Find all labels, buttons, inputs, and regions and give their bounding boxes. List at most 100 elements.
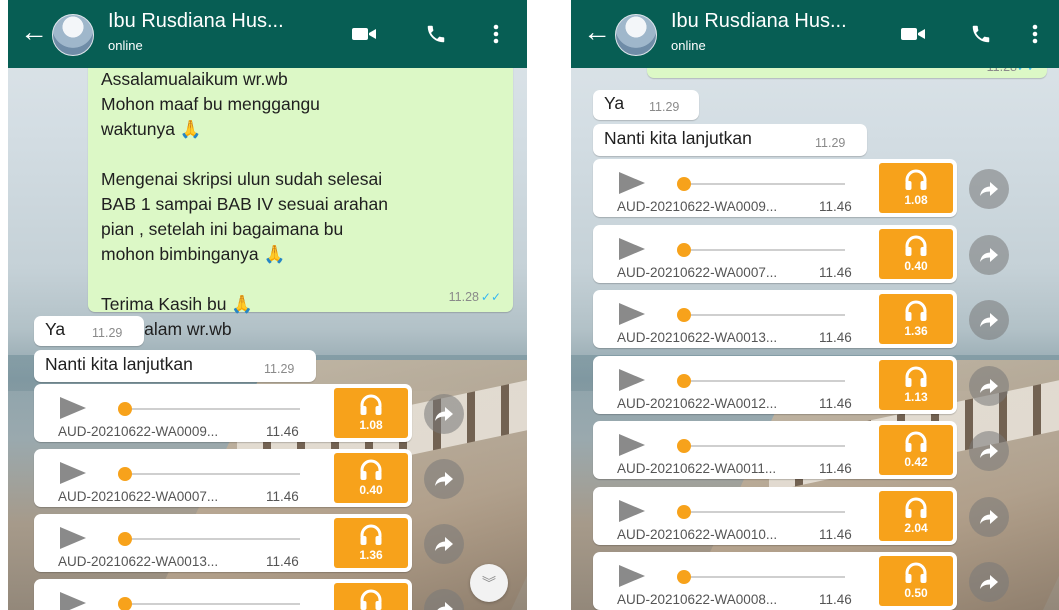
play-icon[interactable] xyxy=(60,592,86,610)
audio-seek-handle[interactable] xyxy=(118,532,132,546)
back-arrow-icon[interactable]: ← xyxy=(583,18,611,46)
audio-message[interactable]: AUD-20210622-WA0010... 11.46 2.04 xyxy=(593,486,957,545)
forward-icon[interactable] xyxy=(424,394,464,434)
play-icon[interactable] xyxy=(619,368,645,391)
avatar[interactable] xyxy=(615,14,657,56)
headphones-icon xyxy=(360,589,382,610)
audio-message[interactable] xyxy=(34,579,412,610)
audio-filename: AUD-20210622-WA0009... xyxy=(58,424,219,439)
audio-progress-track[interactable] xyxy=(681,248,845,251)
audio-duration: 1.08 xyxy=(904,193,928,207)
play-icon[interactable] xyxy=(619,565,645,587)
audio-filename: AUD-20210622-WA0007... xyxy=(58,489,219,504)
incoming-message[interactable]: Ya 11.29 xyxy=(593,90,699,120)
message-time: 11.28 xyxy=(448,290,479,304)
audio-seek-handle[interactable] xyxy=(677,439,691,453)
forward-icon[interactable] xyxy=(969,431,1009,471)
contact-name[interactable]: Ibu Rusdiana Hus... xyxy=(108,10,284,33)
play-icon[interactable] xyxy=(619,434,645,456)
outgoing-message[interactable]: Assalamualaikum wr.wb Mohon maaf bu meng… xyxy=(88,58,513,339)
audio-progress-track[interactable] xyxy=(681,576,845,578)
play-icon[interactable] xyxy=(60,397,86,419)
audio-message[interactable]: AUD-20210622-WA0007... 11.46 0.40 xyxy=(34,449,412,507)
audio-seek-handle[interactable] xyxy=(118,402,132,416)
audio-seek-handle[interactable] xyxy=(677,177,691,191)
audio-thumbnail: 0.42 xyxy=(879,425,953,475)
audio-progress-track[interactable] xyxy=(122,408,300,410)
contact-name[interactable]: Ibu Rusdiana Hus... xyxy=(671,10,847,33)
audio-progress-track[interactable] xyxy=(122,473,300,475)
message-time: 11.29 xyxy=(264,362,295,376)
incoming-message[interactable]: Ya 11.29 xyxy=(34,316,144,346)
forward-icon[interactable] xyxy=(969,365,1009,406)
audio-progress-track[interactable] xyxy=(681,510,845,513)
audio-thumbnail: 1.13 xyxy=(879,359,953,410)
forward-icon[interactable] xyxy=(969,496,1009,537)
forward-icon[interactable] xyxy=(424,524,464,564)
message-text: Ya xyxy=(604,93,625,113)
audio-seek-handle[interactable] xyxy=(677,308,691,322)
audio-progress-track[interactable] xyxy=(122,603,300,605)
audio-seek-handle[interactable] xyxy=(677,242,691,257)
audio-duration: 2.04 xyxy=(904,520,928,535)
contact-status: online xyxy=(671,38,706,53)
audio-progress-track[interactable] xyxy=(681,379,845,382)
play-icon[interactable] xyxy=(619,499,645,522)
headphones-icon xyxy=(360,459,382,480)
play-icon[interactable] xyxy=(619,303,645,325)
scroll-to-bottom-button[interactable]: ︾ xyxy=(470,564,508,602)
audio-filename: AUD-20210622-WA0013... xyxy=(617,330,778,345)
voice-call-icon[interactable] xyxy=(422,20,450,48)
message-text: Nanti kita lanjutkan xyxy=(604,128,752,148)
audio-message[interactable]: AUD-20210622-WA0013... 11.46 1.36 xyxy=(34,514,412,572)
chat-header: ← Ibu Rusdiana Hus... online xyxy=(571,0,1059,68)
audio-message[interactable]: AUD-20210622-WA0013... 11.46 1.36 xyxy=(593,290,957,348)
audio-progress-track[interactable] xyxy=(681,445,845,447)
audio-time: 11.46 xyxy=(819,199,852,214)
audio-thumbnail: 1.08 xyxy=(879,163,953,213)
avatar[interactable] xyxy=(52,14,94,56)
audio-thumbnail: 1.08 xyxy=(334,388,408,438)
headphones-icon xyxy=(905,169,927,190)
audio-message[interactable]: AUD-20210622-WA0009... 11.46 1.08 xyxy=(34,384,412,442)
forward-icon[interactable] xyxy=(969,234,1009,275)
audio-filename: AUD-20210622-WA0013... xyxy=(58,554,219,569)
audio-seek-handle[interactable] xyxy=(118,597,132,610)
back-arrow-icon[interactable]: ← xyxy=(20,18,48,46)
message-time: 11.29 xyxy=(815,136,846,150)
audio-progress-track[interactable] xyxy=(681,183,845,185)
play-icon[interactable] xyxy=(60,527,86,549)
play-icon[interactable] xyxy=(619,237,645,260)
audio-seek-handle[interactable] xyxy=(677,570,691,584)
audio-thumbnail: 1.36 xyxy=(334,518,408,568)
audio-message[interactable]: AUD-20210622-WA0008... 11.46 0.50 xyxy=(593,552,957,610)
double-chevron-down-icon: ︾ xyxy=(482,575,496,591)
audio-filename: AUD-20210622-WA0011... xyxy=(617,461,777,476)
audio-duration: 0.50 xyxy=(904,586,928,600)
audio-seek-handle[interactable] xyxy=(677,504,691,519)
forward-icon[interactable] xyxy=(424,459,464,499)
play-icon[interactable] xyxy=(619,172,645,194)
audio-progress-track[interactable] xyxy=(122,538,300,540)
audio-time: 11.46 xyxy=(819,264,852,280)
audio-seek-handle[interactable] xyxy=(677,373,691,388)
audio-message[interactable]: AUD-20210622-WA0012... 11.46 1.13 xyxy=(593,355,957,414)
voice-call-icon[interactable] xyxy=(967,20,995,48)
video-call-icon[interactable] xyxy=(899,20,927,48)
forward-icon[interactable] xyxy=(969,300,1009,340)
incoming-message[interactable]: Nanti kita lanjutkan 11.29 xyxy=(34,350,316,382)
audio-message[interactable]: AUD-20210622-WA0009... 11.46 1.08 xyxy=(593,159,957,217)
audio-seek-handle[interactable] xyxy=(118,467,132,481)
more-options-icon[interactable] xyxy=(1021,20,1049,48)
audio-message[interactable]: AUD-20210622-WA0011... 11.46 0.42 xyxy=(593,421,957,479)
forward-icon[interactable] xyxy=(969,562,1009,602)
headphones-icon xyxy=(905,497,927,518)
video-call-icon[interactable] xyxy=(350,20,378,48)
audio-time: 11.46 xyxy=(819,395,852,411)
audio-progress-track[interactable] xyxy=(681,314,845,316)
play-icon[interactable] xyxy=(60,462,86,484)
incoming-message[interactable]: Nanti kita lanjutkan 11.29 xyxy=(593,124,867,156)
forward-icon[interactable] xyxy=(969,169,1009,209)
more-options-icon[interactable] xyxy=(482,20,510,48)
audio-message[interactable]: AUD-20210622-WA0007... 11.46 0.40 xyxy=(593,224,957,283)
